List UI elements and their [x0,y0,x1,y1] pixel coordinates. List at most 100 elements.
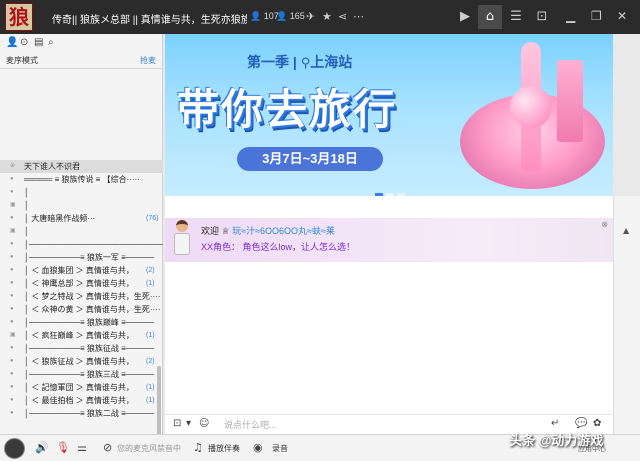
tree-row[interactable]: ● ═════ ≡ 狼族传说 ≡ 【综合····· [0,173,163,186]
tree-row[interactable]: ● │ ＜ 最佳拍档 ＞ 真情谁与共， (1) [0,394,163,407]
channel-logo: 狼 [5,3,33,31]
tree-row-text: │ ＜ 記憶軍団 ＞ 真情谁与共， [24,383,134,392]
tree-row[interactable]: ● │ ＜ 記憶軍団 ＞ 真情谁与共， (1) [0,381,163,394]
vip-badge-icon: ♕ [221,226,230,236]
tree-row[interactable]: ● │─────────≡ 狼族巅峰 ≡───── [0,316,163,329]
event-banner[interactable]: 第一季 | ⚲上海站 带你去旅行 3月7日~3月18日 [165,34,613,196]
chat-username[interactable]: 玩≈汁≈6OO6OO丸≈蚨≈莱 [232,226,335,236]
close-icon[interactable]: ✕ [617,9,627,23]
share-icon[interactable]: ⋖ [338,10,347,24]
carousel-dots[interactable] [375,188,408,196]
tree-row-text: │ [24,201,29,210]
sidebar-scrollbar[interactable] [157,366,161,438]
tree-row-text: │ ＜ 最佳拍档 ＞ 真情谁与共， [24,396,134,405]
tree-row-text: │ 大唐暗黑作战频··· [24,214,96,223]
tree-row[interactable]: ● │ ＜ 血狼集团 ＞ 真情谁与共， (2) [0,264,163,277]
tree-row-text: │─────────≡ 狼族三战 ≡───── [24,370,155,379]
tree-row-text: │─────────≡ 狼族二战 ≡───── [24,409,155,418]
grab-mic-button[interactable]: 抢麦 [140,55,156,66]
note-icon[interactable]: ▤ [34,37,48,48]
tree-row-text: ═════ ≡ 狼族传说 ≡ 【综合····· [24,175,140,184]
speaker-icon[interactable]: 🔊 [35,441,49,455]
gamepad-icon[interactable]: ⊡ [530,5,554,29]
tree-row[interactable]: ● │─────────≡ 狼族一军 ≡───── [0,251,163,264]
watermark: 头条 @动力游戏 [509,433,604,448]
season-label: 第一季 [247,54,289,70]
chat-bubble-icon[interactable]: 💬 [575,418,587,429]
avatar[interactable] [173,218,191,260]
user-icon[interactable]: 👤 [6,37,20,48]
online-count: 👤 107 [250,11,279,22]
title-bar: 狼 传奇|| 狼族メ总部 || 真情谁与共，生死亦狼族。 👤 107 👤 165… [0,0,640,34]
more-icon[interactable]: ⋯ [353,10,364,24]
tree-row-text: 天下谁人不识君 [24,162,80,171]
channel-tree: ⊕ 天下谁人不识君 ● ═════ ≡ 狼族传说 ≡ 【综合····· ● │ ▣ │ … [0,160,163,420]
minimize-icon[interactable]: ▁ [566,9,575,23]
tree-row-text: │ ＜ 梦之特战 ＞ 真情谁与共，生死···· [24,292,161,301]
online-icon: 👤 [250,11,264,21]
star-icon[interactable]: ★ [322,10,332,24]
home-icon[interactable]: ⌂ [478,5,502,29]
tree-row-text: │ ＜ 疯狂巅峰 ＞ 真情谁与共， [24,331,134,340]
location-pin-icon: ⚲ [300,56,311,71]
tree-row-text: │─────────≡ 狼族征战 ≡───── [24,344,155,353]
sidebar-divider [0,68,163,69]
emoji-icon[interactable]: ☺ [199,418,209,429]
mic-status-text: 您的麦克风禁音中 [117,444,181,453]
channel-title: 传奇|| 狼族メ总部 || 真情谁与共，生死亦狼族。 [52,15,247,26]
tree-row[interactable]: ● │─────────≡ 狼族征战 ≡───── [0,342,163,355]
banner-illustration-building [557,60,583,142]
tree-row-text: │ ＜ 神鹰总部 ＞ 真情谁与共， [24,279,134,288]
chat-input[interactable] [224,417,544,433]
welcome-line: 欢迎 ♕ 玩≈汁≈6OO6OO丸≈蚨≈莱 [201,226,335,236]
member-count: 👤 165 [276,11,305,22]
video-icon[interactable]: ▶ [453,5,477,29]
gamepad-icon[interactable]: ⊡ [173,418,181,429]
avatar[interactable] [4,438,25,459]
restore-icon[interactable]: ❐ [591,9,602,23]
banner-season: 第一季 | ⚲上海站 [247,54,353,71]
expand-icon[interactable]: ⊕ [10,160,15,173]
list-icon[interactable]: ☰ [504,5,528,29]
search-icon[interactable]: ⌕ [48,37,62,48]
airplane-icon[interactable]: ✈ [306,10,315,24]
tree-row[interactable]: ● │ ＜ 众神の黄 ＞ 真情谁与共，生死···· [0,303,163,316]
play-accompaniment-button[interactable]: 播放伴奏 [208,443,240,454]
scroll-up-icon[interactable]: ▲ [623,226,629,235]
member-count-value: 165 [289,11,305,21]
chat-message-text: XX角色： 角色这么low，让人怎么选！ [201,242,356,252]
chevron-down-icon[interactable]: ▾ [186,418,191,429]
mic-off-icon: ⊘ [103,441,113,454]
tree-row-text: │───────────────────────── [24,240,163,249]
tree-row[interactable]: ● │───────────────────────── [0,238,163,251]
mixer-icon[interactable]: ⚌ [77,441,87,455]
tree-row-text: │ [24,227,29,236]
tree-row[interactable]: ▣ │ ＜ 疯狂巅峰 ＞ 真情谁与共， (1) [0,329,163,342]
send-icon[interactable]: ↵ [551,418,559,429]
record-button[interactable]: 录音 [272,443,288,454]
tree-row[interactable]: ▣ │ [0,199,163,212]
close-icon[interactable]: ⊗ [601,220,608,229]
mic-muted-icon[interactable]: 🎙 [56,441,70,455]
record-icon[interactable]: ◉ [253,441,263,455]
tree-row[interactable]: ● │ ＜ 梦之特战 ＞ 真情谁与共，生死···· [0,290,163,303]
chat-area: 欢迎 ♕ 玩≈汁≈6OO6OO丸≈蚨≈莱 XX角色： 角色这么low，让人怎么选… [165,196,613,414]
flower-icon[interactable]: ✿ [593,418,601,429]
tree-row[interactable]: ● │ ＜ 狼族征战 ＞ 真情谁与共， (2) [0,355,163,368]
tree-row[interactable]: ● │ ＜ 神鹰总部 ＞ 真情谁与共， (1) [0,277,163,290]
location-icon[interactable]: ⊙ [20,37,34,48]
tree-row-text: │ ＜ 众神の黄 ＞ 真情谁与共，生死···· [24,305,161,314]
music-icon[interactable]: ♫ [193,441,203,455]
tree-row[interactable]: ⊕ 天下谁人不识君 [0,160,163,173]
members-icon: 👤 [276,11,290,21]
tree-row[interactable]: ▣ │ [0,225,163,238]
tree-row[interactable]: ● │ 大唐暗黑作战频··· (76) [0,212,163,225]
tree-row-text: │ ＜ 血狼集团 ＞ 真情谁与共， [24,266,134,275]
tree-row[interactable]: ● │─────────≡ 狼族三战 ≡───── [0,368,163,381]
banner-headline: 带你去旅行 [177,86,398,133]
chat-scroll-strip: ▲ [613,196,640,434]
tree-row[interactable]: ● │─────────≡ 狼族二战 ≡───── [0,407,163,420]
mic-mode-label: 麦序模式 [6,56,38,65]
banner-dates: 3月7日~3月18日 [237,147,383,171]
tree-row[interactable]: ● │ [0,186,163,199]
